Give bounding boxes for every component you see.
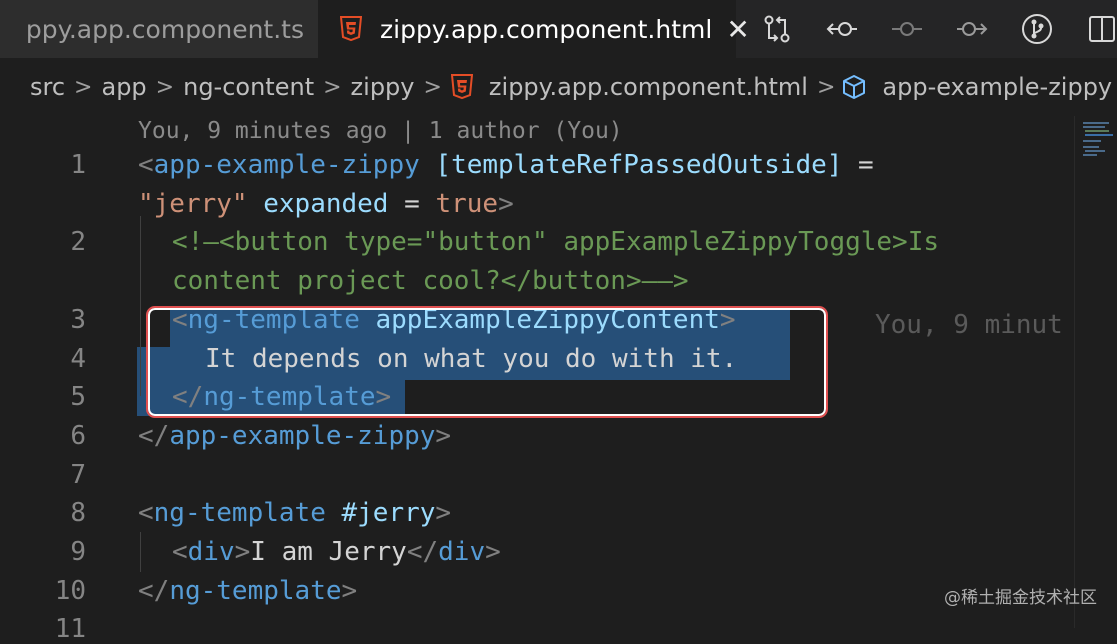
breadcrumb-item-ng-content[interactable]: ng-content bbox=[179, 73, 318, 101]
token: [templateRefPassedOutside] bbox=[419, 150, 843, 180]
minimap-line bbox=[1083, 140, 1101, 142]
token: div bbox=[187, 537, 235, 567]
minimap-line bbox=[1083, 146, 1099, 148]
minimap-line bbox=[1085, 134, 1113, 136]
token: div bbox=[438, 537, 486, 567]
breadcrumb-separator: > bbox=[423, 74, 442, 100]
token: < bbox=[138, 150, 154, 180]
token: ng-template bbox=[169, 576, 342, 606]
code-editor[interactable]: You, 9 minutes ago | 1 author (You) <app… bbox=[0, 116, 1117, 644]
line-number: 8 bbox=[70, 498, 86, 528]
token: > bbox=[498, 189, 514, 219]
line-number: 4 bbox=[70, 344, 86, 374]
line-number: 11 bbox=[54, 614, 86, 644]
token: > bbox=[435, 498, 452, 528]
token: > bbox=[341, 576, 358, 606]
token: > bbox=[234, 537, 251, 567]
tab-label: zippy.app.component.html bbox=[380, 14, 713, 44]
code-line-2-wrap: content project cool?</button>——> bbox=[172, 266, 689, 296]
annotation-highlight-box bbox=[146, 306, 828, 418]
token: < bbox=[138, 498, 154, 528]
token: </ bbox=[138, 576, 170, 606]
token: true bbox=[435, 189, 499, 219]
html5-file-icon bbox=[450, 74, 473, 100]
indent-guide bbox=[140, 532, 141, 572]
breadcrumb-item-element[interactable]: app-example-zippy bbox=[878, 73, 1116, 101]
commit-icon[interactable] bbox=[890, 12, 924, 46]
split-editor-icon[interactable] bbox=[1085, 12, 1117, 46]
token: </ bbox=[406, 537, 439, 567]
breadcrumb-item-app[interactable]: app bbox=[97, 73, 150, 101]
line-number: 9 bbox=[70, 537, 86, 567]
breadcrumb: src > app > ng-content > zippy > zippy.a… bbox=[0, 58, 1117, 116]
code-line-2: <!—<button type="button" appExampleZippy… bbox=[172, 227, 940, 257]
go-forward-icon[interactable] bbox=[955, 12, 989, 46]
html5-file-icon bbox=[340, 16, 362, 42]
token: = bbox=[388, 189, 436, 219]
code-line-8: <ng-template #jerry> bbox=[138, 494, 451, 532]
tab-zippy-app-component-ts[interactable]: ppy.app.component.ts bbox=[0, 0, 318, 58]
compare-changes-icon[interactable] bbox=[760, 12, 794, 46]
breadcrumb-separator: > bbox=[323, 74, 342, 100]
token: ng-template bbox=[153, 498, 326, 528]
watermark: @稀土掘金技术社区 bbox=[944, 588, 1097, 608]
token: </ bbox=[138, 421, 170, 451]
breadcrumb-item-file[interactable]: zippy.app.component.html bbox=[485, 73, 812, 101]
minimap[interactable] bbox=[1074, 116, 1117, 628]
token: app-example-zippy bbox=[153, 150, 420, 180]
token: "jerry" bbox=[138, 189, 248, 219]
token: < bbox=[172, 537, 188, 567]
line-number: 7 bbox=[70, 460, 86, 490]
token: > bbox=[485, 537, 501, 567]
git-branch-icon[interactable] bbox=[1020, 12, 1054, 46]
minimap-line bbox=[1085, 150, 1105, 152]
code-line-1-wrap: "jerry" expanded = true> bbox=[138, 185, 514, 223]
tab-zippy-app-component-html[interactable]: zippy.app.component.html ✕ bbox=[318, 0, 750, 58]
token: expanded bbox=[247, 189, 389, 219]
code-line-6: </app-example-zippy> bbox=[138, 417, 451, 455]
token: app-example-zippy bbox=[169, 421, 436, 451]
code-line-9: <div>I am Jerry</div> bbox=[172, 533, 501, 571]
line-number: 2 bbox=[70, 227, 86, 257]
line-number: 10 bbox=[54, 576, 86, 606]
editor-toolbar bbox=[760, 0, 1117, 58]
inline-blame: You, 9 minut bbox=[875, 310, 1063, 340]
token: > bbox=[435, 421, 452, 451]
tab-label: ppy.app.component.ts bbox=[25, 14, 304, 44]
line-number: 3 bbox=[70, 305, 86, 335]
line-number: 1 bbox=[70, 150, 86, 180]
minimap-line bbox=[1083, 154, 1097, 156]
token: #jerry bbox=[325, 498, 436, 528]
git-blame-header[interactable]: You, 9 minutes ago | 1 author (You) bbox=[138, 118, 623, 144]
breadcrumb-item-zippy[interactable]: zippy bbox=[347, 73, 419, 101]
breadcrumb-separator: > bbox=[816, 74, 836, 100]
code-line-10: </ng-template> bbox=[138, 572, 357, 610]
go-back-icon[interactable] bbox=[825, 12, 859, 46]
code-area[interactable]: You, 9 minutes ago | 1 author (You) <app… bbox=[0, 116, 1075, 628]
indent-guide bbox=[140, 216, 141, 396]
token: I am Jerry bbox=[250, 537, 407, 567]
minimap-line bbox=[1083, 122, 1109, 124]
close-tab-icon[interactable]: ✕ bbox=[726, 13, 749, 46]
token: = bbox=[842, 150, 874, 180]
minimap-line bbox=[1085, 130, 1109, 132]
minimap-line bbox=[1083, 126, 1105, 128]
code-line-1: <app-example-zippy [templateRefPassedOut… bbox=[138, 146, 874, 184]
breadcrumb-separator: > bbox=[155, 74, 175, 100]
line-number: 5 bbox=[70, 382, 86, 412]
cube-symbol-icon bbox=[840, 73, 868, 101]
line-number: 6 bbox=[70, 421, 86, 451]
tab-bar: ppy.app.component.ts zippy.app.component… bbox=[0, 0, 1117, 58]
breadcrumb-item-src[interactable]: src bbox=[26, 73, 69, 101]
breadcrumb-separator: > bbox=[74, 74, 93, 100]
